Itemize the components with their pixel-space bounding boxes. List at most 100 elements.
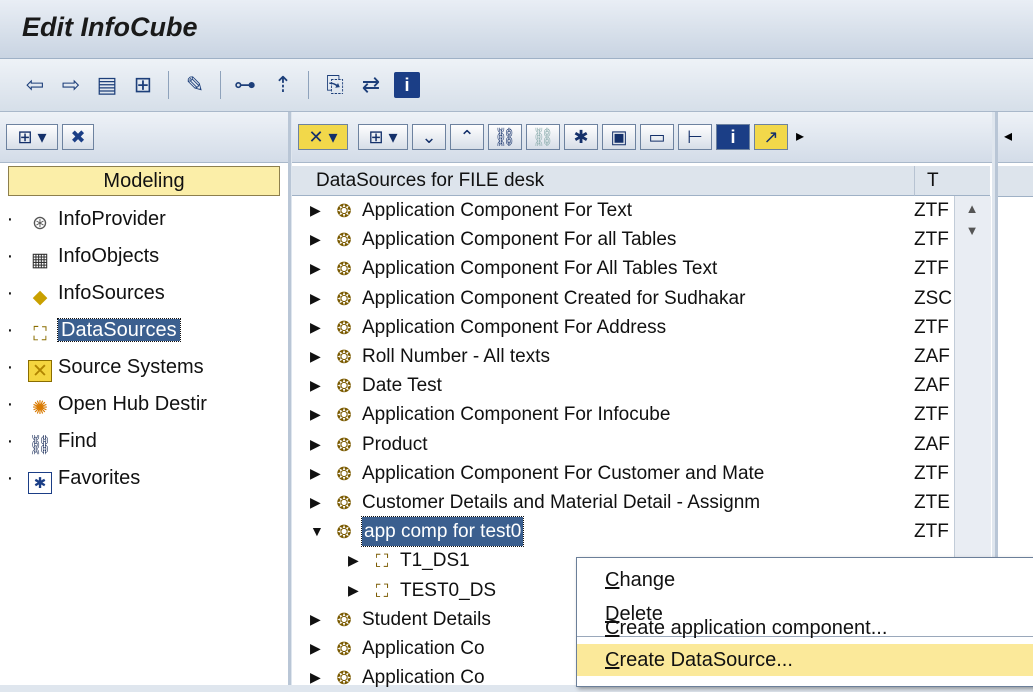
application-component-icon: ❂ <box>336 609 352 630</box>
tree-row[interactable]: ▶ ❂ Application Component For all Tables ZT… <box>292 225 952 254</box>
jump-button[interactable]: ↗ <box>754 124 788 150</box>
layout-menu-button[interactable]: ⊞ ▾ <box>6 124 58 150</box>
expand-arrow-icon[interactable]: ▶ <box>310 254 321 283</box>
tree-row[interactable]: ▶ ❂ Product ZAF <box>292 430 952 459</box>
scroll-down-icon[interactable]: ▼ <box>961 222 983 240</box>
tree-row-t: ZTF <box>914 462 949 484</box>
expand-all-button[interactable]: ⌄ <box>412 124 446 150</box>
expand-arrow-icon[interactable]: ▶ <box>310 634 321 663</box>
tree-toolbar: ✕ ▾ ⊞ ▾ ⌄ ⌃ ⛓ ⛓ ✱ ▣ ▭ ⊢ i ↗ ▸ <box>292 112 992 163</box>
expand-arrow-icon[interactable]: ▶ <box>310 459 321 488</box>
nav-item-find[interactable]: · ⛓ Find <box>7 426 97 456</box>
tree-row-t: ZTF <box>914 258 949 280</box>
expand-arrow-icon[interactable]: ▶ <box>310 196 321 225</box>
expand-arrow-icon[interactable]: ▶ <box>310 225 321 254</box>
tree-row[interactable]: ▶ ❂ Application Component For Text ZTF <box>292 196 952 225</box>
menu-item-create-datasource[interactable]: Create DataSource... <box>577 644 1033 676</box>
scroll-up-icon[interactable]: ▲ <box>961 200 983 218</box>
scroll-left-icon[interactable]: ◂ <box>1004 126 1012 146</box>
application-component-icon: ❂ <box>336 230 352 251</box>
tree-row-label: Product <box>362 433 428 455</box>
info-icon[interactable]: i <box>394 72 420 98</box>
tree-row[interactable]: ▶ ❂ Application Component For Customer and… <box>292 459 952 488</box>
infosources-icon: ◆ <box>32 287 48 308</box>
expand-arrow-icon[interactable]: ▶ <box>310 400 321 429</box>
tree-row[interactable]: ▼ ❂ app comp for test0 ZTF <box>292 516 952 548</box>
column-header-name[interactable]: DataSources for FILE desk <box>292 166 914 196</box>
modeling-header[interactable]: Modeling <box>8 166 280 196</box>
tree-row[interactable]: ▶ ❂ Application Component For Infocube ZTF <box>292 400 952 429</box>
info-button[interactable]: i <box>716 124 750 150</box>
back-arrow-icon[interactable]: ⇦ <box>22 72 48 98</box>
nav-item-infoprovider[interactable]: · ⊛ InfoProvider <box>7 204 166 234</box>
datasources-icon: ⛶ <box>33 324 47 345</box>
title-bar: Edit InfoCube <box>0 0 1033 59</box>
tree-row[interactable]: ▶ ❂ Application Component Created for Sudh… <box>292 284 952 313</box>
expand-arrow-icon[interactable]: ▶ <box>310 313 321 342</box>
expand-arrow-icon[interactable]: ▶ <box>310 605 321 634</box>
list-view-icon[interactable]: ▤ <box>94 72 120 98</box>
tree-row-label: Roll Number - All texts <box>362 346 550 367</box>
toolbar-overflow-icon[interactable]: ▸ <box>796 126 804 146</box>
expand-arrow-icon[interactable]: ▶ <box>348 576 359 605</box>
expand-arrow-icon[interactable]: ▶ <box>310 284 321 313</box>
tree-row-label: TEST0_DS <box>400 579 497 601</box>
tree-row[interactable]: ▶ ❂ Date Test ZAF <box>292 371 952 400</box>
nav-item-infoobjects[interactable]: · ▦ InfoObjects <box>7 241 160 271</box>
tree-row-t: ZTF <box>914 200 949 221</box>
tree-row-label: Student Details <box>362 608 491 630</box>
details-button[interactable]: ▭ <box>640 124 674 150</box>
expand-arrow-icon[interactable]: ▶ <box>310 663 321 692</box>
menu-item-change[interactable]: Change <box>577 564 1033 596</box>
close-pane-button[interactable]: ✖ <box>62 124 94 150</box>
copy-icon[interactable]: ⎘ <box>322 72 348 98</box>
tree-row-t: ZSC <box>914 287 952 309</box>
transfer-icon[interactable]: ⇄ <box>358 72 384 98</box>
nav-item-open-hub[interactable]: · ✺ Open Hub Destir <box>7 389 207 419</box>
right-pane-toolbar: ◂ <box>998 112 1033 163</box>
display-button[interactable]: ▣ <box>602 124 636 150</box>
source-system-menu-button[interactable]: ✕ ▾ <box>298 124 348 150</box>
tree-row-t: ZAF <box>914 433 950 455</box>
tree-row-label: app comp for test0 <box>360 516 525 548</box>
favorites-button[interactable]: ✱ <box>564 124 598 150</box>
nav-item-datasources[interactable]: · ⛶ DataSources <box>7 315 181 345</box>
tree-row[interactable]: ▶ ❂ Application Component For Address ZTF <box>292 313 952 342</box>
expand-arrow-icon[interactable]: ▶ <box>348 546 359 575</box>
forward-arrow-icon[interactable]: ⇨ <box>58 72 84 98</box>
tree-row[interactable]: ▶ ❂ Roll Number - All texts ZAF <box>292 342 952 371</box>
display-menu-button[interactable]: ⊞ ▾ <box>358 124 408 150</box>
navigation-pane: ⊞ ▾ ✖ Modeling · ⊛ InfoProvider · ▦ InfoOb… <box>0 112 291 685</box>
hierarchy-icon[interactable]: ⊶ <box>232 72 258 98</box>
nav-item-favorites[interactable]: · ✱ Favorites <box>7 463 140 494</box>
collapse-all-button[interactable]: ⌃ <box>450 124 484 150</box>
tree-row-label: Application Component For Customer and M… <box>362 462 765 484</box>
tree-view-icon[interactable]: ⊞ <box>130 72 156 98</box>
nav-item-source-systems[interactable]: · ✕ Source Systems <box>7 352 204 382</box>
hierarchy-button[interactable]: ⊢ <box>678 124 712 150</box>
settings-icon[interactable]: ✎ <box>182 72 208 98</box>
window-title: Edit InfoCube <box>22 12 198 42</box>
tree-row-t: ZTF <box>914 521 949 543</box>
expand-arrow-icon[interactable]: ▶ <box>310 371 321 400</box>
tree-row[interactable]: ▶ ❂ Customer Details and Material Detail -… <box>292 488 952 517</box>
menu-item-create-application-component[interactable]: Create application component... <box>577 612 1033 644</box>
application-component-icon: ❂ <box>336 639 352 659</box>
tree-row-label: Application Co <box>362 667 485 689</box>
find-button[interactable]: ⛓ <box>488 124 522 150</box>
binoculars-icon: ⛓ <box>28 435 53 456</box>
find-next-button[interactable]: ⛓ <box>526 124 560 150</box>
tree-row[interactable]: ▶ ❂ Application Component For All Tables T… <box>292 254 952 283</box>
nav-item-infosources[interactable]: · ◆ InfoSources <box>7 278 165 308</box>
pin-icon[interactable]: ⇡ <box>270 72 296 98</box>
application-component-icon: ❂ <box>336 317 352 338</box>
expand-arrow-icon[interactable]: ▶ <box>310 430 321 459</box>
application-component-icon: ❂ <box>336 493 352 513</box>
tree-row-label: T1_DS1 <box>400 550 470 572</box>
collapse-arrow-icon[interactable]: ▼ <box>310 517 324 546</box>
infoprovider-icon: ⊛ <box>32 213 48 234</box>
expand-arrow-icon[interactable]: ▶ <box>310 488 321 517</box>
expand-arrow-icon[interactable]: ▶ <box>310 342 321 371</box>
application-component-icon: ❂ <box>336 288 352 309</box>
column-header-t[interactable]: T <box>914 166 990 196</box>
